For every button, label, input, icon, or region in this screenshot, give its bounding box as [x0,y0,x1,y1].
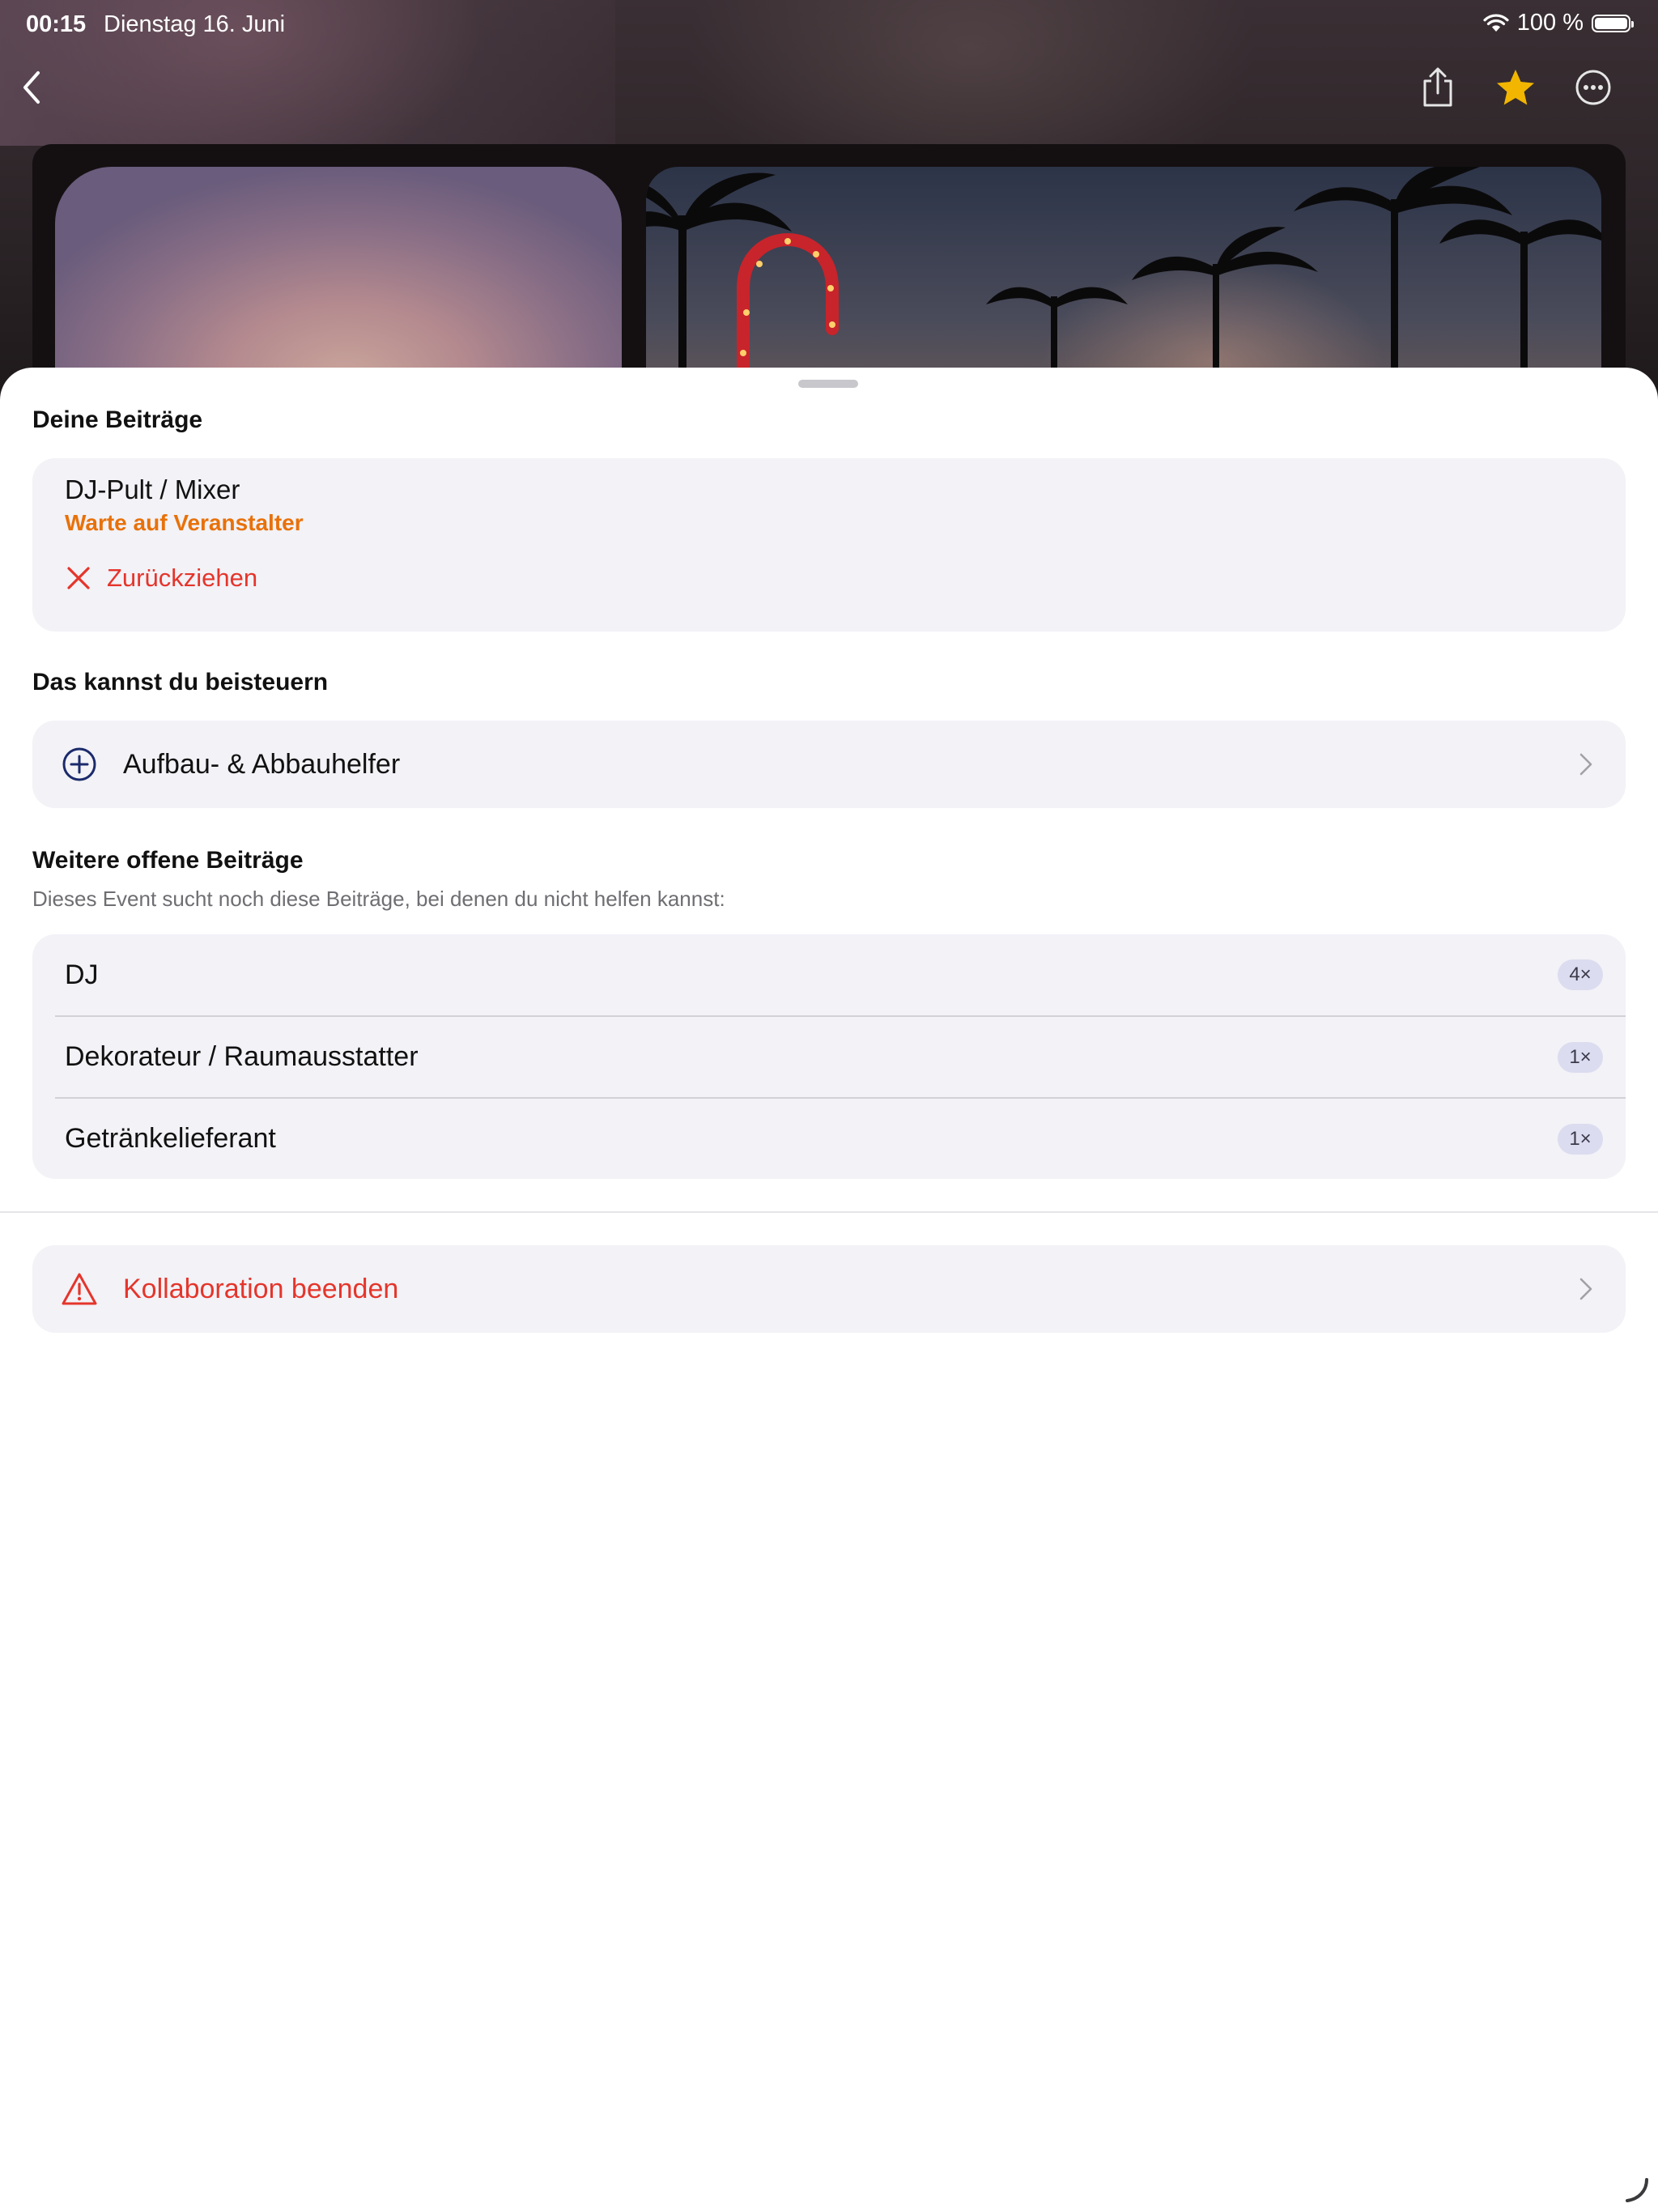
chevron-right-icon [1579,1278,1592,1300]
other-open-subtitle: Dieses Event sucht noch diese Beiträge, … [32,887,725,911]
sheet-grabber[interactable] [798,380,858,388]
withdraw-label: Zurückziehen [107,564,258,592]
screen: 00:15 Dienstag 16. Juni 100 % Deine Beit… [0,0,1658,2212]
warning-triangle-icon [62,1273,97,1305]
count-badge: 1× [1558,1123,1603,1155]
event-header-background: 00:15 Dienstag 16. Juni 100 % [0,0,1658,436]
can-contribute-title: Das kannst du beisteuern [32,669,329,696]
close-icon [67,567,90,589]
list-item-label: Dekorateur / Raumausstatter [65,1041,419,1072]
resize-handle-icon[interactable] [1622,2176,1650,2204]
your-contributions-title: Deine Beiträge [32,406,203,433]
section-divider [0,1211,1658,1213]
status-date: Dienstag 16. Juni [104,11,286,37]
can-contribute-card: Aufbau- & Abbauhelfer [32,721,1626,808]
other-open-title: Weitere offene Beiträge [32,847,304,874]
share-icon [1423,67,1452,107]
withdraw-button[interactable]: Zurückziehen [65,555,257,601]
list-item-label: DJ [65,959,99,990]
back-button[interactable] [8,63,57,112]
battery-percentage: 100 % [1516,10,1584,36]
chevron-right-icon [1579,753,1592,776]
other-open-card: DJ 4× Dekorateur / Raumausstatter 1× Get… [32,934,1626,1179]
end-collaboration-card: Kollaboration beenden [32,1245,1626,1333]
list-item-label: Getränkelieferant [65,1123,276,1154]
star-icon [1497,70,1534,105]
contribution-title: DJ-Pult / Mixer [65,474,240,504]
contribution-status: Warte auf Veranstalter [65,510,304,535]
contributions-sheet: Deine Beiträge DJ-Pult / Mixer Warte auf… [0,368,1658,2212]
list-item: Getränkelieferant 1× [32,1099,1626,1179]
end-collaboration-button[interactable]: Kollaboration beenden [32,1245,1626,1333]
wifi-icon [1483,14,1509,32]
favorite-button[interactable] [1491,63,1540,112]
chevron-left-icon [23,71,40,104]
contribute-item-label: Aufbau- & Abbauhelfer [123,748,401,780]
battery-icon [1592,14,1634,32]
ellipsis-circle-icon [1575,70,1611,105]
your-contribution-card: DJ-Pult / Mixer Warte auf Veranstalter Z… [32,458,1626,632]
more-button[interactable] [1569,63,1618,112]
status-bar: 00:15 Dienstag 16. Juni 100 % [0,0,1658,52]
count-badge: 4× [1558,959,1603,990]
status-right: 100 % [1483,10,1634,36]
end-collaboration-label: Kollaboration beenden [123,1273,399,1304]
status-time: 00:15 [26,11,87,37]
contribute-item-setup-helper[interactable]: Aufbau- & Abbauhelfer [32,721,1626,808]
count-badge: 1× [1558,1041,1603,1073]
list-item: DJ 4× [32,934,1626,1015]
share-button[interactable] [1414,63,1462,112]
list-item: Dekorateur / Raumausstatter 1× [32,1017,1626,1097]
plus-circle-icon [62,747,96,781]
